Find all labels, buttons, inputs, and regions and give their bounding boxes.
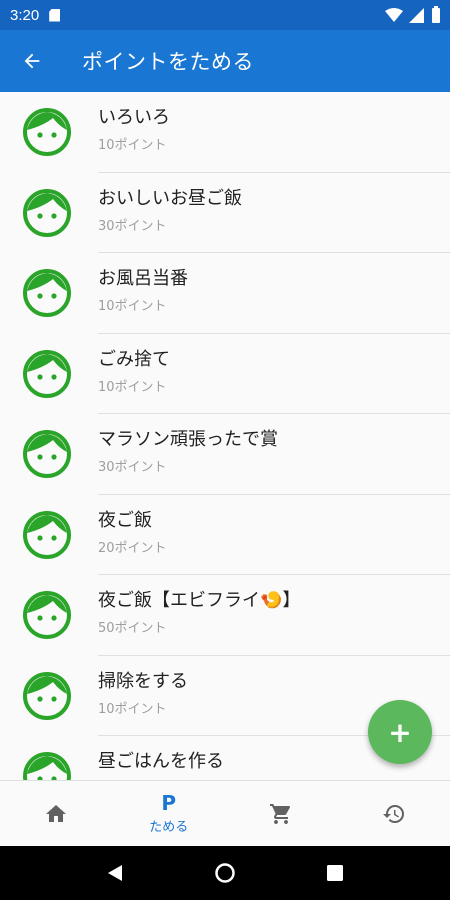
system-recents-button[interactable] [305,846,365,900]
system-home-button[interactable] [195,846,255,900]
face-icon [23,510,71,559]
item-points: 10ポイント [98,379,167,395]
nav-history[interactable] [338,781,450,846]
item-points: 30ポイント [98,218,167,234]
face-icon [23,430,71,478]
list-item[interactable]: ごみ捨て 10ポイント [0,334,450,414]
status-bar: 3:20 [0,0,450,30]
list-item[interactable]: マラソン頑張ったで賞 30ポイント [0,414,450,495]
face-icon [23,671,71,720]
item-name: おいしいお昼ご飯 [98,187,242,209]
item-name: お風呂当番 [98,268,188,289]
circle-home-icon [215,863,235,883]
item-name: マラソン頑張ったで賞 [98,429,278,450]
p-icon: P [161,791,177,815]
chore-list[interactable]: いろいろ 10ポイント おいしいお昼ご飯 30ポイント お風呂当番 10ポイント [0,92,450,780]
bottom-navigation: P ためる [0,780,450,846]
item-name: 夜ご飯【エビフライ🍤】 [98,590,301,611]
square-recents-icon [327,865,343,881]
back-button[interactable] [0,30,64,92]
item-points: 50ポイント [98,621,167,636]
item-points: 30ポイント [98,460,167,475]
item-points: 20ポイント [98,540,167,556]
system-back-button[interactable] [85,846,145,900]
face-icon [23,349,71,398]
battery-icon [432,5,440,23]
page-title: ポイントをためる [82,50,254,74]
item-name: 昼ごはんを作る [98,751,224,772]
triangle-back-icon [108,865,122,881]
sd-card-icon [49,8,61,22]
list-item[interactable]: 夜ご飯 20ポイント [0,495,450,575]
wifi-icon [385,8,403,22]
cart-icon [270,803,291,824]
add-button[interactable]: + [368,700,432,764]
item-points: 10ポイント [98,299,167,314]
list-item[interactable]: いろいろ 10ポイント [0,92,450,173]
face-icon [23,188,71,237]
system-nav-bar [0,846,450,900]
app-bar: ポイントをためる [0,30,450,92]
history-icon [382,804,404,823]
list-item[interactable]: 夜ご飯【エビフライ🍤】 50ポイント [0,575,450,656]
nav-shop[interactable] [225,781,338,846]
face-icon [23,752,71,780]
nav-home[interactable] [0,781,113,846]
list-item[interactable]: お風呂当番 10ポイント [0,253,450,334]
item-points: 10ポイント [98,138,167,153]
nav-tameru-label: ためる [149,820,189,835]
home-icon [46,804,67,822]
list-item[interactable]: おいしいお昼ご飯 30ポイント [0,173,450,253]
face-icon [23,108,71,156]
arrow-back-icon [24,53,40,69]
add-icon: + [388,715,412,749]
item-name: いろいろ [98,107,170,128]
status-icons [385,5,440,23]
signal-icon [409,7,424,23]
item-name: ごみ捨て [98,348,170,370]
item-name: 夜ご飯 [98,509,152,531]
item-points: 10ポイント [98,701,167,717]
nav-tameru[interactable]: P ためる [113,781,226,846]
status-time: 3:20 [10,6,40,24]
item-name: 掃除をする [98,670,188,692]
face-icon [23,591,71,639]
face-icon [23,269,71,317]
